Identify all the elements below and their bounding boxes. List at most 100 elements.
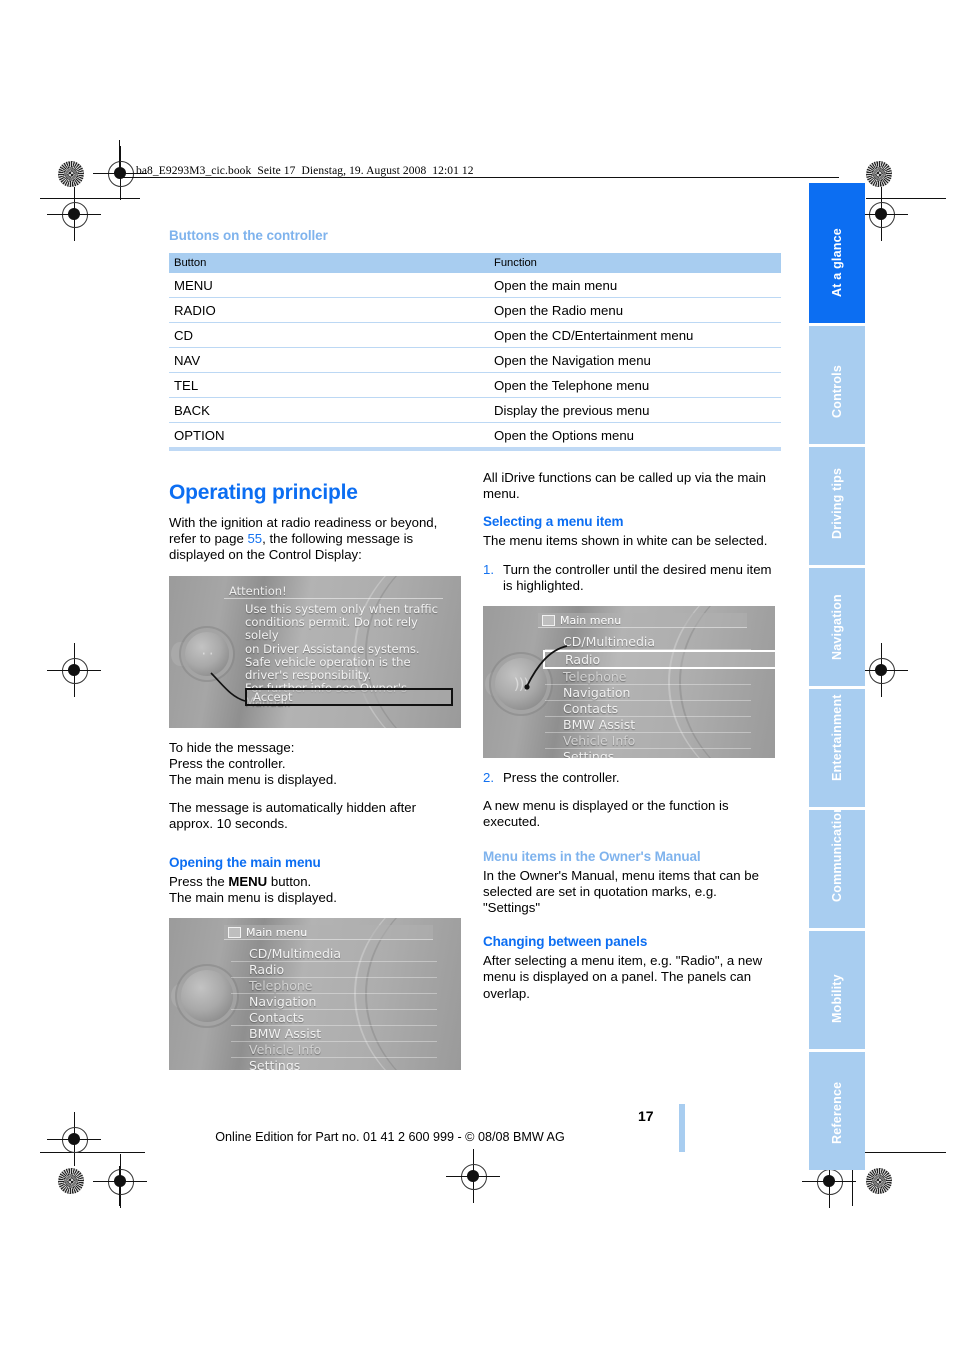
table-row: RADIO Open the Radio menu [169,297,781,323]
table-row: CD Open the CD/Entertainment menu [169,322,781,348]
press-menu-button-line: Press the MENU button. [169,874,463,890]
after-step2-paragraph: A new menu is displayed or the function … [483,798,729,830]
dialog-body-line: on Driver Assistance systems. [245,641,420,656]
table-row: TEL Open the Telephone menu [169,372,781,398]
cell-button: BACK [169,397,489,423]
step-1-text: Turn the controller until the desired me… [503,561,772,593]
controller-knob-icon: · · [185,631,229,676]
cell-function: Display the previous menu [489,397,781,423]
thumb-tab-label: Entertainment [830,694,844,781]
menu-item-telephone[interactable]: Telephone [231,978,437,995]
column-header-button: Button [169,253,489,273]
changing-panels-text: After selecting a menu item, e.g. "Radio… [483,953,763,1001]
right-column: All iDrive functions can be called up vi… [483,470,775,1014]
dialog-body-line: conditions permit. Do not rely solely [245,614,418,643]
main-menu-titlebar: Main menu [538,613,747,629]
hide-message-line2: Press the controller. [169,755,286,771]
thumb-tab-reference[interactable]: Reference [809,1052,865,1170]
menu-item-contacts[interactable]: Contacts [545,701,751,718]
main-menu-title: Main menu [560,614,622,628]
accept-button[interactable]: Accept [245,687,453,706]
cell-function: Open the main menu [494,278,618,293]
press-menu-pre: Press the [169,873,229,889]
cell-button: TEL [169,372,489,398]
menu-item-radio[interactable]: Radio [231,962,437,979]
thumb-index: At a glance Controls Driving tips Naviga… [809,183,865,1170]
intro-paragraph: With the ignition at radio readiness or … [169,515,463,564]
thumb-tab-navigation[interactable]: Navigation [809,568,865,686]
thumb-tab-label: Communications [830,810,844,902]
buttons-on-controller-table: Button Function MENU Open the main menu … [169,253,781,447]
thumb-tab-label: Driving tips [830,467,844,539]
thumb-tab-label: Mobility [830,974,844,1023]
thumb-tab-label: Navigation [830,594,844,660]
main-menu-displayed-line: The main menu is displayed. [169,889,337,905]
dialog-body-line: Use this system only when traffic [245,601,438,616]
menu-item-contacts[interactable]: Contacts [231,1010,437,1027]
screenshot-main-menu-radio-highlighted: ))) Main menu CD/Multimedia Radio Teleph… [483,606,775,759]
menu-item-vehicle-info[interactable]: Vehicle Info [231,1042,437,1059]
column-header-function: Function [489,253,781,273]
table-header-row: Button Function [169,253,781,273]
press-menu-post: button. [267,873,312,889]
table-row: NAV Open the Navigation menu [169,347,781,373]
cell-button: MENU [174,278,213,293]
table-row: MENU Open the main menu [169,273,781,298]
hide-message-line1: To hide the message: [169,739,295,755]
step-2: 2. Press the controller. [483,770,775,786]
left-column: Buttons on the controller Button Functio… [169,228,781,1082]
menu-item-cd-multimedia[interactable]: CD/Multimedia [231,946,437,963]
cell-function: Open the Options menu [489,422,781,447]
main-menu-title: Main menu [246,926,308,940]
menu-item-navigation[interactable]: Navigation [545,685,751,702]
dialog-body-line: driver's responsibility. [245,668,372,683]
page-number-rule [679,1104,685,1152]
page-title: Operating principle [169,481,358,504]
menu-item-bmw-assist[interactable]: BMW Assist [231,1026,437,1043]
main-menu-titlebar: Main menu [224,925,433,941]
cell-button: OPTION [169,422,489,447]
cell-function: Open the Navigation menu [489,347,781,373]
owners-manual-text: In the Owner's Manual, menu items that c… [483,867,759,916]
thumb-tab-label: Reference [830,1081,844,1144]
controller-knob-icon: ))) [495,658,547,711]
auto-hide-paragraph: The message is automatically hidden afte… [169,800,417,832]
opening-main-menu-heading: Opening the main menu [169,854,321,870]
thumb-tab-controls[interactable]: Controls [809,326,865,444]
thumb-tab-communications[interactable]: Communications [809,810,865,928]
step-2-number: 2. [483,770,494,786]
menu-item-telephone[interactable]: Telephone [545,669,751,686]
table-row: OPTION Open the Options menu [169,422,781,447]
menu-item-cd-multimedia[interactable]: CD/Multimedia [545,634,751,651]
thumb-tab-mobility[interactable]: Mobility [809,931,865,1049]
dialog-title: Attention! [224,583,443,599]
controller-knob-icon [181,970,233,1023]
idrive-intro-paragraph: All iDrive functions can be called up vi… [483,470,766,502]
menu-window-icon [228,926,241,938]
main-menu-list: CD/Multimedia Radio Telephone Navigation… [543,634,775,758]
screenshot-attention-dialog: · · Attention! Use this system only when… [169,575,461,728]
controller-dots-icon: · · [201,644,213,663]
menu-item-vehicle-info[interactable]: Vehicle Info [545,733,751,750]
step-1-number: 1. [483,561,494,577]
menu-item-settings[interactable]: Settings [231,1058,437,1070]
cell-button: CD [169,322,489,348]
thumb-tab-label: At a glance [830,228,844,297]
thumb-tab-entertainment[interactable]: Entertainment [809,689,865,807]
hide-message-line3: The main menu is displayed. [169,772,337,788]
cell-function: Open the Telephone menu [489,372,781,398]
thumb-tab-label: Controls [830,365,844,418]
page-number: 17 [638,1108,654,1124]
menu-item-settings[interactable]: Settings [545,749,751,758]
menu-item-radio-highlighted[interactable]: Radio [543,650,775,670]
step-2-text: Press the controller. [503,770,620,786]
page-reference-link[interactable]: 55 [247,531,262,546]
table-section-heading: Buttons on the controller [169,228,328,243]
thumb-tab-driving-tips[interactable]: Driving tips [809,447,865,565]
page-body: Buttons on the controller Button Functio… [0,0,954,1350]
menu-item-bmw-assist[interactable]: BMW Assist [545,717,751,734]
table-row: BACK Display the previous menu [169,397,781,423]
thumb-tab-at-a-glance[interactable]: At a glance [809,183,865,323]
menu-window-icon [542,614,555,626]
menu-item-navigation[interactable]: Navigation [231,994,437,1011]
